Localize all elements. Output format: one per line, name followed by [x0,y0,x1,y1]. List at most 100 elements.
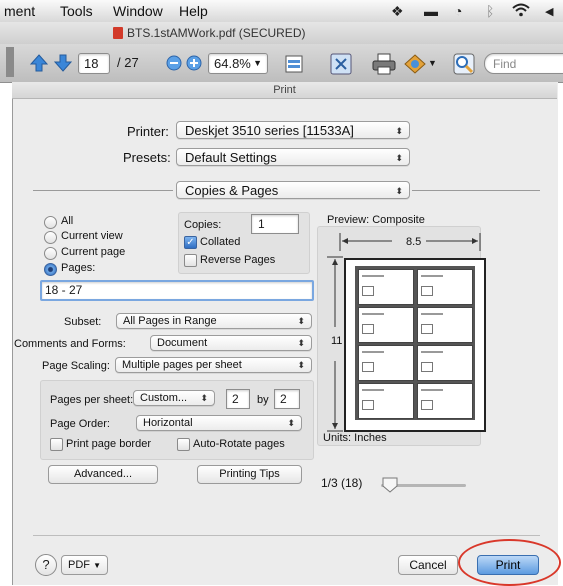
share-icon[interactable] [403,53,427,78]
volume-icon[interactable]: ◀ [545,5,553,18]
updown-arrow-icon: ⬍ [395,153,403,163]
pages-rows-input[interactable]: 2 [274,389,300,409]
preview-thumbnail [358,269,414,305]
preview-thumbnail [417,269,473,305]
page-number-input[interactable]: 18 [78,53,110,74]
reverse-pages-label: Reverse Pages [200,254,276,266]
updown-arrow-icon: ⬍ [200,393,208,403]
printer-icon[interactable] [372,53,396,78]
full-screen-icon[interactable] [330,53,352,78]
cancel-button[interactable]: Cancel [398,555,458,575]
range-current-view-label: Current view [61,230,123,242]
highlight-circle [458,539,561,586]
preview-thumbnail [417,307,473,343]
bluetooth-icon[interactable]: ᛒ [486,3,494,19]
page-order-select[interactable]: Horizontal ⬍ [136,415,302,431]
fit-page-icon[interactable] [285,55,303,76]
page-order-label: Page Order: [50,418,110,430]
zoom-select[interactable]: 64.8% ▼ [208,53,268,74]
next-page-icon[interactable] [53,54,73,75]
chevron-down-icon[interactable]: ▼ [428,58,437,68]
zoom-out-icon[interactable] [166,55,182,74]
search-tool-icon[interactable] [453,53,475,78]
preview-slider-thumb[interactable] [381,476,399,494]
collated-checkbox[interactable]: ✓ [184,236,197,249]
collated-label: Collated [200,236,241,248]
zoom-in-icon[interactable] [186,55,202,74]
chevron-down-icon: ▼ [253,58,262,68]
advanced-button[interactable]: Advanced... [48,465,158,484]
preview-width: 8.5 [406,236,422,248]
by-label: by [257,394,269,406]
page-order-value: Horizontal [143,417,193,429]
find-input[interactable]: Find [484,53,563,74]
menu-bar: ment Tools Window Help ❖ ▬ ◔ ᛒ ◀ [0,0,563,23]
pages-per-sheet-select[interactable]: Custom... ⬍ [133,390,215,406]
auto-rotate-label: Auto-Rotate pages [193,438,285,450]
print-border-checkbox[interactable] [50,438,63,451]
bottom-divider [33,535,540,536]
updown-arrow-icon: ⬍ [297,360,305,370]
subset-select[interactable]: All Pages in Range ⬍ [116,313,312,329]
presets-select[interactable]: Default Settings ⬍ [176,148,410,166]
preview-thumbnail [417,383,473,419]
range-current-view-radio[interactable] [44,231,57,244]
copies-input[interactable]: 1 [251,214,299,234]
preview-thumbnail [417,345,473,381]
toolbar-handle [6,47,14,77]
page-number-value: 18 [84,56,99,71]
help-button[interactable]: ? [35,554,57,576]
chevron-down-icon: ▼ [93,561,101,570]
range-current-page-label: Current page [61,246,126,258]
updown-arrow-icon: ⬍ [297,316,305,326]
pdf-button-label: PDF [68,559,90,571]
pdf-button[interactable]: PDF ▼ [61,555,108,575]
preview-thumbnail [358,383,414,419]
preview-thumbnail [358,307,414,343]
units-label: Units: Inches [323,432,387,444]
pages-columns-input[interactable]: 2 [226,389,250,409]
pages-value: 18 - 27 [45,283,83,297]
dropbox-icon[interactable]: ❖ [391,3,404,20]
wifi-icon[interactable] [512,3,530,20]
range-pages-radio[interactable] [44,263,57,276]
printer-label: Printer: [127,124,169,139]
updown-arrow-icon: ⬍ [395,126,403,136]
section-select[interactable]: Copies & Pages ⬍ [176,181,410,199]
display-icon[interactable]: ▬ [424,3,438,19]
printer-select[interactable]: Deskjet 3510 series [11533A] ⬍ [176,121,410,139]
menu-window[interactable]: Window [113,3,163,19]
print-border-label: Print page border [66,438,151,450]
range-all-radio[interactable] [44,216,57,229]
pages-per-sheet-label: Pages per sheet: [50,394,134,406]
reverse-pages-checkbox[interactable] [184,254,197,267]
page-total: / 27 [117,55,139,70]
scaling-label: Page Scaling: [42,360,110,372]
print-dialog-title: Print [12,82,557,99]
updown-arrow-icon: ⬍ [287,418,295,428]
toolbar: 18 / 27 64.8% ▼ ▼ Find [0,44,563,83]
menu-edit[interactable]: ment [4,3,35,19]
divider-right [412,190,540,191]
printing-tips-button[interactable]: Printing Tips [197,465,302,484]
previous-page-icon[interactable] [29,54,49,75]
pdf-file-icon [113,27,123,39]
menu-help[interactable]: Help [179,3,208,19]
preview-height: 11 [331,335,343,347]
copies-label: Copies: [184,219,222,231]
comments-select[interactable]: Document ⬍ [150,335,312,351]
auto-rotate-checkbox[interactable] [177,438,190,451]
pages-rows-value: 2 [280,392,287,406]
range-current-page-radio[interactable] [44,247,57,260]
scaling-select[interactable]: Multiple pages per sheet ⬍ [115,357,312,373]
range-all-label: All [61,215,74,227]
pages-input[interactable]: 18 - 27 [40,280,314,301]
time-machine-icon[interactable]: ◔ [454,3,462,19]
section-value: Copies & Pages [185,183,279,198]
menu-tools[interactable]: Tools [60,3,93,19]
presets-label: Presets: [123,150,171,165]
updown-arrow-icon: ⬍ [395,186,403,196]
scaling-value: Multiple pages per sheet [122,359,242,371]
subset-label: Subset: [64,316,102,328]
page-indicator: 1/3 (18) [321,476,363,490]
